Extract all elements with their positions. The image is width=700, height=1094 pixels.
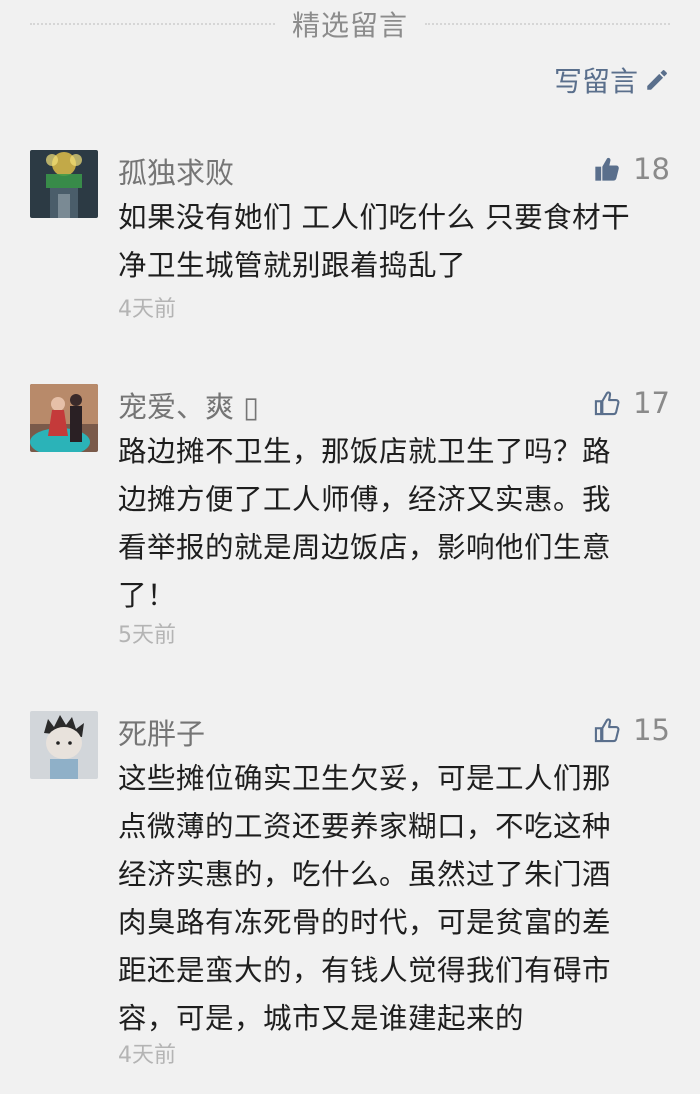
comment-content: 这些摊位确实卫生欠妥，可是工人们那 点微薄的工资还要养家糊口，不吃这种 经济实惠… — [118, 755, 673, 1043]
comment-content: 如果没有她们 工人们吃什么 只要食材干 净卫生城管就别跟着捣乱了 — [118, 194, 673, 290]
thumbs-up-filled-icon — [595, 157, 619, 181]
content-line: 经济实惠的，吃什么。虽然过了朱门酒 — [118, 858, 612, 891]
content-line: 边摊方便了工人师傅，经济又实惠。我 — [118, 483, 612, 516]
section-title: 精选留言 — [291, 9, 408, 42]
like-count: 18 — [633, 152, 670, 186]
content-line: 路边摊不卫生，那饭店就卫生了吗？路 — [118, 435, 612, 468]
nickname[interactable]: 死胖子 — [118, 711, 205, 753]
write-comment-label: 写留言 — [553, 65, 638, 98]
content-line: 点微薄的工资还要养家糊口，不吃这种 — [118, 810, 612, 843]
like-count: 15 — [633, 713, 670, 747]
like-button[interactable]: 15 — [593, 713, 670, 747]
nickname[interactable]: 宠爱、爽 ▯ — [118, 384, 259, 426]
comment-time: 5天前 — [118, 623, 176, 648]
divider-left — [30, 23, 275, 25]
comment-time: 4天前 — [118, 1043, 176, 1068]
avatar[interactable] — [30, 150, 98, 218]
content-line: 如果没有她们 工人们吃什么 只要食材干 — [118, 201, 631, 234]
divider-right — [425, 23, 670, 25]
section-header: 精选留言 — [0, 0, 700, 48]
like-button[interactable]: 18 — [593, 152, 670, 186]
content-line: 距还是蛮大的，有钱人觉得我们有碍市 — [118, 954, 612, 987]
thumbs-up-outline-icon — [594, 718, 620, 743]
nickname[interactable]: 孤独求败 — [118, 150, 234, 192]
content-line: 看举报的就是周边饭店，影响他们生意 — [118, 531, 612, 564]
like-button[interactable]: 17 — [593, 386, 670, 420]
comment-time: 4天前 — [118, 297, 176, 322]
comment-content: 路边摊不卫生，那饭店就卫生了吗？路 边摊方便了工人师傅，经济又实惠。我 看举报的… — [118, 428, 673, 620]
content-line: 了！ — [118, 579, 177, 612]
content-line: 这些摊位确实卫生欠妥，可是工人们那 — [118, 762, 612, 795]
like-count: 17 — [633, 386, 670, 420]
thumbs-up-outline-icon — [594, 391, 620, 416]
avatar[interactable] — [30, 384, 98, 452]
avatar[interactable] — [30, 711, 98, 779]
content-line: 净卫生城管就别跟着捣乱了 — [118, 249, 467, 282]
content-line: 容，可是，城市又是谁建起来的 — [118, 1002, 525, 1035]
write-comment-button[interactable]: 写留言 — [554, 60, 670, 100]
pencil-icon — [647, 70, 667, 90]
content-line: 肉臭路有冻死骨的时代，可是贫富的差 — [118, 906, 612, 939]
